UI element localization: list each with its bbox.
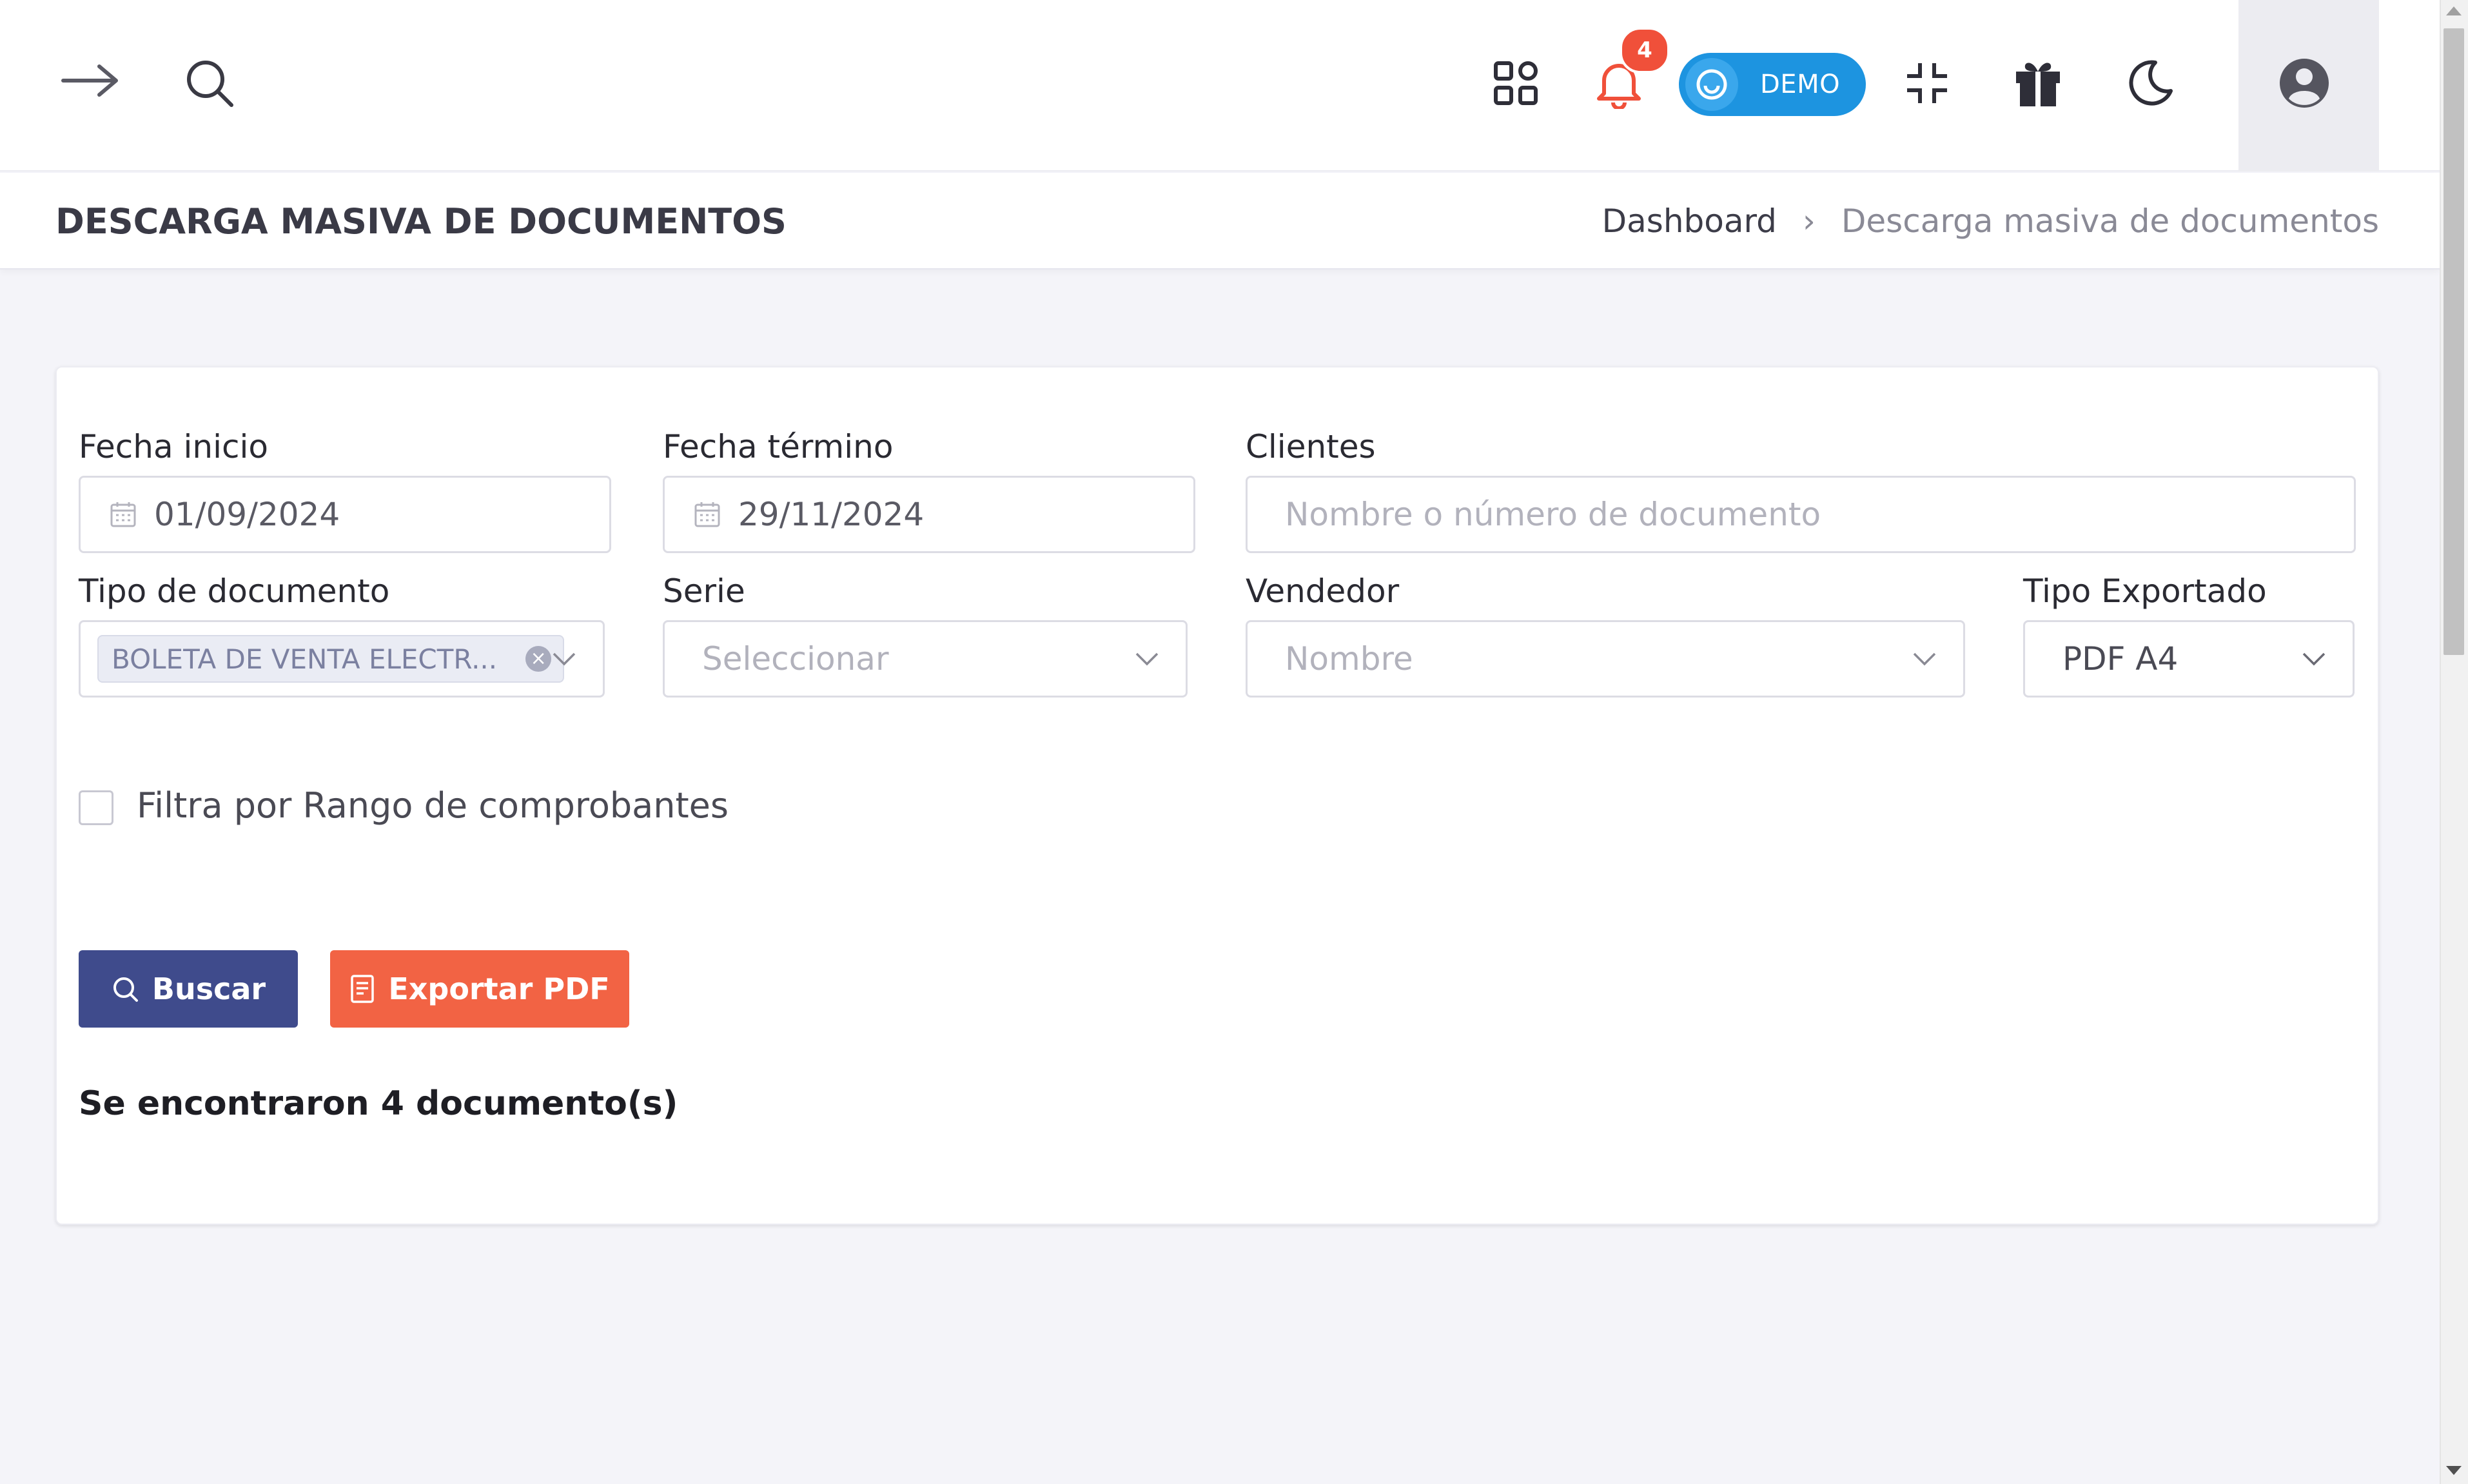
vendedor-select[interactable]: Nombre [1246,620,1965,698]
chevron-down-icon [551,651,577,667]
calendar-icon [693,500,721,529]
buscar-button[interactable]: Buscar [79,950,298,1028]
notification-count-badge: 4 [1620,27,1670,73]
serie-label: Serie [663,572,745,610]
rango-comprobantes-checkbox[interactable] [79,790,113,825]
tipo-exportado-label: Tipo Exportado [2023,572,2267,610]
apps-grid-icon[interactable] [1487,54,1545,112]
moon-icon[interactable] [2121,54,2179,112]
page-title: DESCARGA MASIVA DE DOCUMENTOS [55,200,787,242]
fecha-inicio-field[interactable]: 01/09/2024 [79,476,611,553]
tipo-documento-label: Tipo de documento [79,572,390,610]
fecha-termino-label: Fecha término [663,428,894,465]
smile-icon [1685,58,1738,111]
demo-toggle[interactable]: DEMO [1679,53,1866,116]
buscar-label: Buscar [152,971,266,1006]
breadcrumb-separator: › [1802,202,1816,240]
tipo-exportado-select[interactable]: PDF A4 [2023,620,2355,698]
compress-icon[interactable] [1898,54,1956,112]
tipo-documento-select[interactable]: BOLETA DE VENTA ELECTR... × [79,620,605,698]
demo-label: DEMO [1760,70,1841,99]
clientes-label: Clientes [1246,428,1376,465]
user-menu[interactable] [2238,0,2379,171]
calendar-icon [109,500,137,529]
clientes-input[interactable]: Nombre o número de documento [1246,476,2356,553]
chip-remove-icon[interactable]: × [525,646,552,672]
rango-comprobantes-label[interactable]: Filtra por Rango de comprobantes [137,785,729,826]
fecha-inicio-label: Fecha inicio [79,428,268,465]
chip-label: BOLETA DE VENTA ELECTR... [112,643,498,675]
chevron-down-icon [2301,651,2327,667]
clientes-placeholder: Nombre o número de documento [1285,496,1821,533]
serie-select[interactable]: Seleccionar [663,620,1188,698]
tipo-exportado-value: PDF A4 [2062,640,2179,678]
chevron-down-icon [1912,651,1937,667]
page-header: DESCARGA MASIVA DE DOCUMENTOS Dashboard … [0,173,2440,269]
search-icon [111,975,139,1003]
breadcrumb-current: Descarga masiva de documentos [1841,202,2379,240]
fecha-termino-value: 29/11/2024 [738,496,925,533]
arrow-right-icon[interactable] [58,52,122,110]
exportar-pdf-button[interactable]: Exportar PDF [330,950,629,1028]
scroll-down-arrow-icon[interactable] [2446,1466,2462,1475]
fecha-inicio-value: 01/09/2024 [154,496,340,533]
exportar-pdf-label: Exportar PDF [388,971,610,1006]
vendedor-label: Vendedor [1246,572,1400,610]
breadcrumb-dashboard-link[interactable]: Dashboard [1602,202,1777,240]
breadcrumb: Dashboard › Descarga masiva de documento… [1602,173,2379,269]
serie-placeholder: Seleccionar [702,640,889,678]
search-icon[interactable] [181,54,239,112]
top-navbar: 4 DEMO [0,0,2440,171]
selected-chip: BOLETA DE VENTA ELECTR... × [97,635,565,683]
document-icon [349,974,375,1004]
user-circle-icon [2272,54,2336,112]
chevron-down-icon [1134,651,1160,667]
gift-icon[interactable] [2009,54,2067,112]
vendedor-placeholder: Nombre [1285,640,1413,678]
scrollbar-thumb[interactable] [2444,28,2464,655]
scroll-up-arrow-icon[interactable] [2446,6,2462,15]
result-count-text: Se encontraron 4 documento(s) [79,1084,678,1123]
fecha-termino-field[interactable]: 29/11/2024 [663,476,1195,553]
